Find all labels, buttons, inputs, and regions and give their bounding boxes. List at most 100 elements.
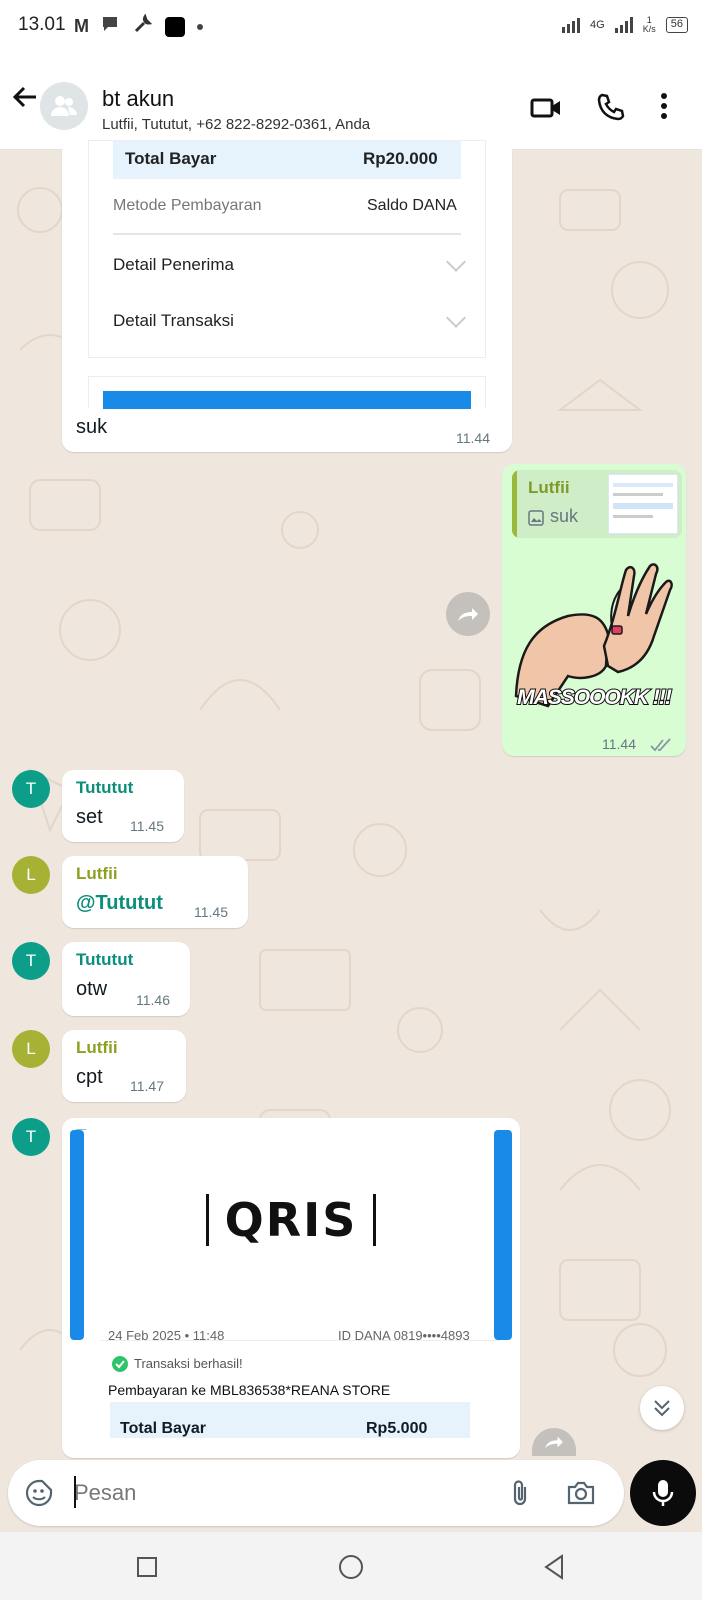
- home-icon[interactable]: [338, 1554, 364, 1585]
- total-value: Rp5.000: [366, 1420, 428, 1437]
- group-icon: [51, 96, 77, 116]
- receipt-blue-edge-right: [494, 1130, 512, 1340]
- back-arrow-icon[interactable]: [8, 80, 44, 116]
- qris-logo-text: QRIS: [224, 1193, 358, 1247]
- participants-list[interactable]: Lutfii, Tututut, +62 822-8292-0361, Anda: [102, 116, 370, 133]
- quoted-reply[interactable]: Lutfii suk: [512, 470, 682, 538]
- forward-button[interactable]: [446, 592, 490, 636]
- success-check-icon: [112, 1356, 128, 1377]
- app-notification-icon: [165, 16, 185, 37]
- system-navigation-bar: [0, 1532, 702, 1600]
- avatar-initial: L: [26, 1039, 36, 1058]
- read-receipt-icon: [650, 738, 672, 757]
- payment-method-value: Saldo DANA: [367, 197, 457, 214]
- message-composer: [8, 1460, 624, 1526]
- receipt-divider: [113, 233, 461, 235]
- group-avatar[interactable]: [40, 82, 88, 130]
- transaction-status: Transaksi berhasil!: [134, 1356, 243, 1371]
- receipt-image[interactable]: Total Bayar Rp20.000 Metode Pembayaran S…: [88, 140, 486, 358]
- quote-text: suk: [550, 506, 579, 526]
- forward-icon: [458, 608, 478, 621]
- total-label: Total Bayar: [120, 1420, 206, 1437]
- video-call-icon[interactable]: [530, 92, 562, 124]
- total-label: Total Bayar: [125, 149, 217, 168]
- text-cursor: [74, 1476, 76, 1508]
- data-speed-unit: K/s: [642, 24, 656, 34]
- data-speed: 1 K/s: [643, 16, 656, 34]
- sticker-emoji-icon[interactable]: [24, 1478, 54, 1513]
- avatar-initial: T: [25, 951, 37, 970]
- message-time: 11.45: [194, 904, 228, 920]
- forward-icon: [545, 1436, 563, 1449]
- quote-sender: Lutfii: [528, 478, 570, 497]
- qris-logo: QRIS: [206, 1193, 376, 1247]
- status-bar: 13.01 M 4G 1 K/s 56: [0, 0, 702, 52]
- avatar-initial: T: [25, 779, 37, 798]
- message-bubble[interactable]: Tututut otw 11.46: [62, 942, 190, 1016]
- voice-record-button[interactable]: [630, 1460, 696, 1526]
- back-nav-icon[interactable]: [542, 1554, 566, 1585]
- payment-method-label: Metode Pembayaran: [113, 197, 262, 214]
- cell-signal-icon: [614, 17, 633, 33]
- system-indicators: 4G 1 K/s 56: [562, 16, 688, 34]
- network-type-label: 4G: [590, 19, 605, 31]
- avatar[interactable]: T: [12, 942, 50, 980]
- more-notifications-dot: [197, 23, 203, 30]
- avatar[interactable]: T: [12, 1118, 50, 1156]
- transaction-detail-label: Detail Transaksi: [113, 311, 234, 330]
- quote-thumbnail: [608, 474, 678, 534]
- message-bubble[interactable]: Lutfii cpt 11.47: [62, 1030, 186, 1102]
- message-text: set: [76, 806, 103, 828]
- chat-notification-icon: [101, 15, 121, 38]
- avatar-initial: L: [26, 865, 36, 884]
- message-text: otw: [76, 978, 108, 1000]
- message-text: suk: [76, 416, 108, 438]
- avatar[interactable]: L: [12, 1030, 50, 1068]
- sender-name[interactable]: Tututut: [76, 778, 133, 798]
- voice-call-icon[interactable]: [596, 92, 628, 124]
- sticker-image[interactable]: MASSOOOKK !!!: [508, 556, 680, 726]
- receipt-blue-edge-left: [70, 1130, 84, 1340]
- status-time: 13.01: [18, 14, 66, 35]
- wrench-icon: [133, 13, 153, 39]
- chevron-down-icon: [446, 308, 466, 328]
- qris-receipt-image[interactable]: QRIS 24 Feb 2025 • 11:48 ID DANA 0819•••…: [70, 1130, 512, 1456]
- gmail-icon: M: [74, 16, 89, 36]
- receipt-next-card: [88, 376, 486, 409]
- chevron-down-icon: [446, 252, 466, 272]
- image-icon: [528, 510, 544, 531]
- chat-header: bt akun Lutfii, Tututut, +62 822-8292-03…: [0, 52, 702, 150]
- avatar-initial: T: [25, 1127, 37, 1146]
- receipt-message-bubble[interactable]: Total Bayar Rp20.000 Metode Pembayaran S…: [62, 140, 512, 452]
- message-bubble[interactable]: Tututut set 11.45: [62, 770, 184, 842]
- message-time: 11.44: [602, 736, 636, 752]
- quote-accent-bar: [512, 470, 517, 538]
- chat-title[interactable]: bt akun: [102, 86, 174, 112]
- message-bubble[interactable]: Lutfii @Tututut 11.45: [62, 856, 248, 928]
- battery-indicator: 56: [665, 17, 688, 33]
- microphone-icon: [652, 1480, 674, 1506]
- message-text: cpt: [76, 1066, 103, 1088]
- sender-name[interactable]: Lutfii: [76, 1038, 118, 1058]
- avatar[interactable]: T: [12, 770, 50, 808]
- avatar[interactable]: L: [12, 856, 50, 894]
- sender-name[interactable]: Lutfii: [76, 864, 118, 884]
- message-input[interactable]: [74, 1477, 494, 1509]
- total-value: Rp20.000: [363, 149, 438, 168]
- message-time: 11.45: [130, 818, 164, 834]
- message-time: 11.44: [456, 430, 490, 446]
- more-options-icon[interactable]: [660, 92, 680, 124]
- mention-text[interactable]: @Tututut: [76, 892, 163, 915]
- recipient-detail-label: Detail Penerima: [113, 255, 234, 274]
- sender-name[interactable]: Tututut: [76, 950, 133, 970]
- message-time: 11.46: [136, 992, 170, 1008]
- attach-icon[interactable]: [510, 1478, 530, 1513]
- notification-icons: M: [74, 13, 203, 39]
- vibrate-signal-icon: [562, 17, 581, 33]
- double-chevron-down-icon: [654, 1400, 670, 1417]
- sticker-caption: MASSOOOKK !!!: [516, 685, 673, 710]
- camera-icon[interactable]: [566, 1480, 596, 1511]
- recent-apps-icon[interactable]: [136, 1556, 158, 1583]
- scroll-to-bottom-button[interactable]: [640, 1386, 684, 1430]
- payee-text: Pembayaran ke MBL836538*REANA STORE: [108, 1382, 391, 1398]
